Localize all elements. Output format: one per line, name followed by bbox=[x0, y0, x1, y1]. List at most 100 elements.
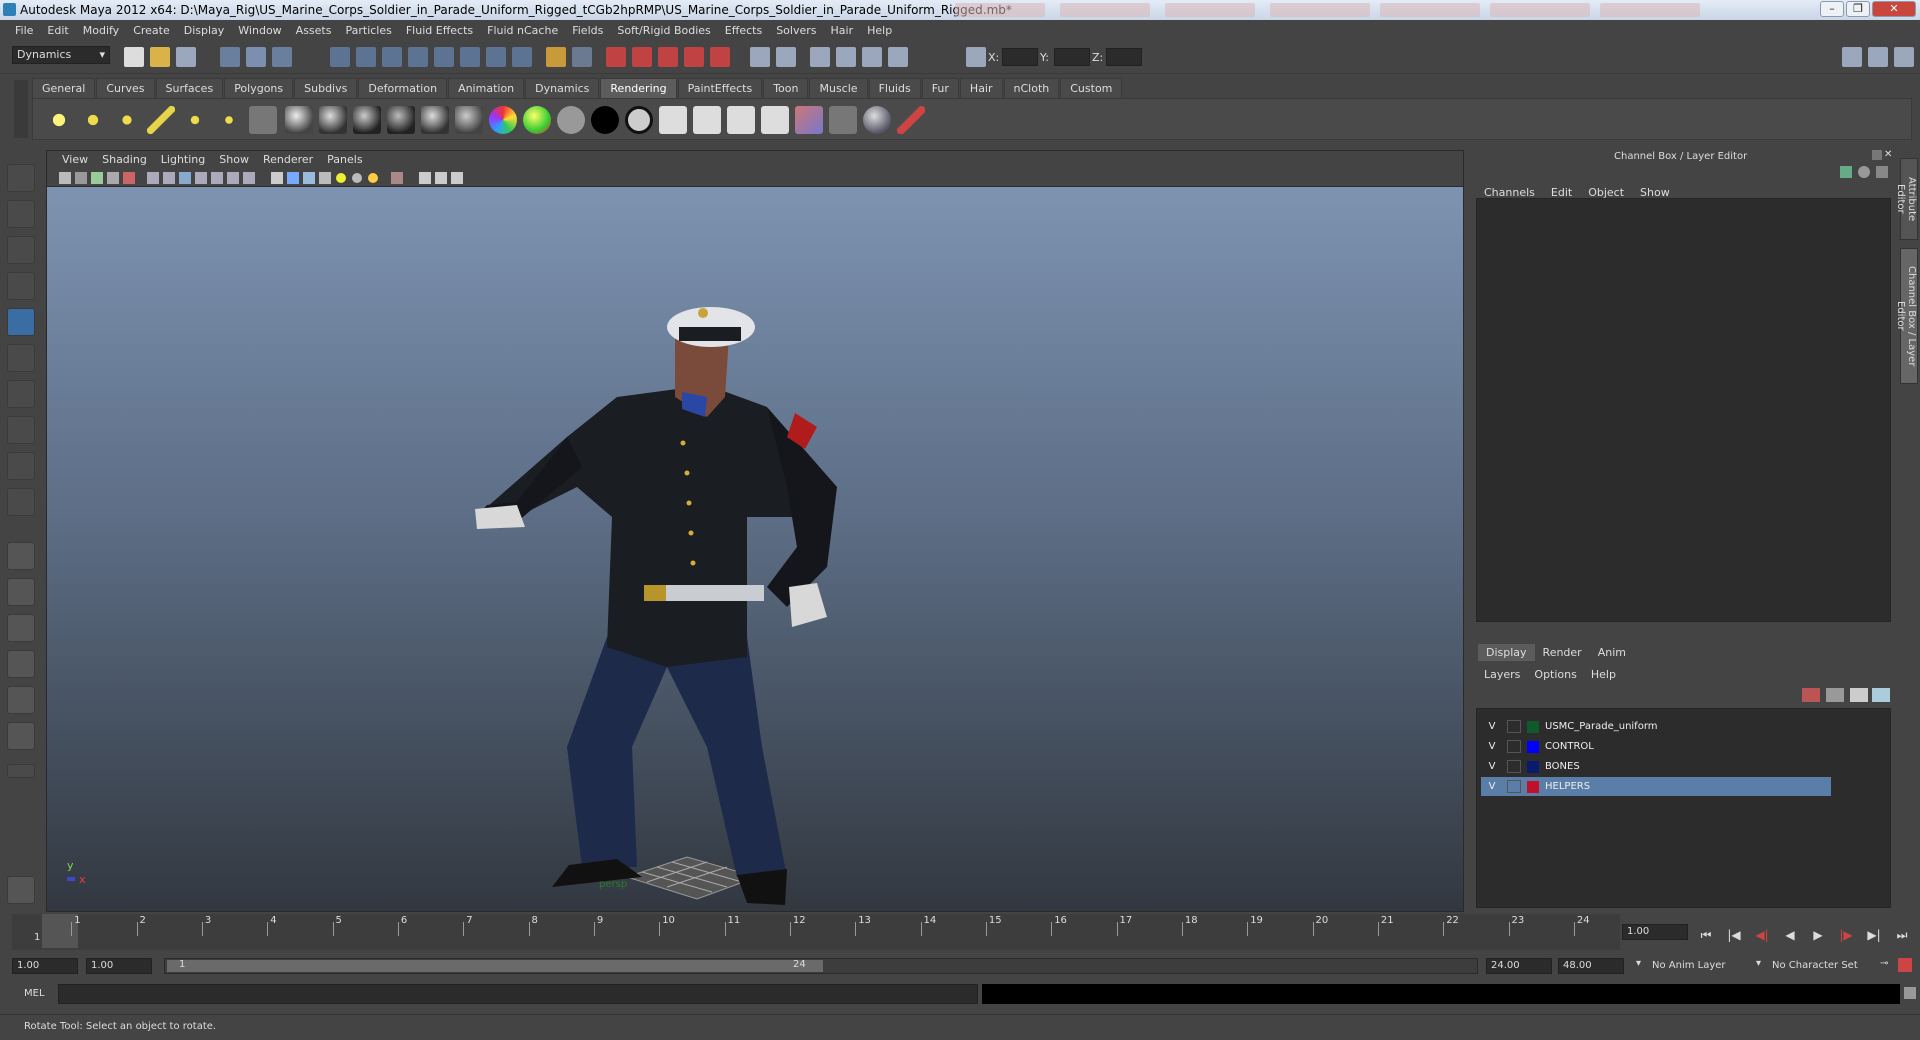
layer-visibility[interactable]: V bbox=[1485, 717, 1499, 736]
construction-history-icon[interactable] bbox=[486, 47, 506, 67]
snap-curve-icon[interactable] bbox=[356, 47, 376, 67]
layer-visibility[interactable]: V bbox=[1485, 757, 1499, 776]
range-slider[interactable]: 1 24 bbox=[164, 958, 1478, 974]
tab-painteffects[interactable]: PaintEffects bbox=[677, 78, 763, 98]
open-scene-icon[interactable] bbox=[150, 47, 170, 67]
create-layer-selected-icon[interactable] bbox=[1850, 688, 1868, 702]
ipr-icon[interactable] bbox=[693, 106, 721, 134]
tab-attribute-editor[interactable]: Attribute Editor bbox=[1895, 158, 1918, 240]
tab-animation[interactable]: Animation bbox=[448, 78, 525, 98]
menu-modify[interactable]: Modify bbox=[76, 24, 126, 37]
layer-row[interactable]: V USMC_Parade_uniform bbox=[1481, 717, 1831, 736]
key-icon[interactable]: ⊸ bbox=[1880, 958, 1888, 969]
custom-layout-icon[interactable] bbox=[7, 722, 35, 750]
help-question-icon[interactable] bbox=[512, 47, 532, 67]
color-sphere-icon[interactable] bbox=[523, 106, 551, 134]
layer-menu-layers[interactable]: Layers bbox=[1484, 668, 1534, 681]
tool-settings-toggle-icon[interactable] bbox=[1868, 47, 1888, 67]
channel-box[interactable] bbox=[1476, 198, 1891, 622]
vp-menu-show[interactable]: Show bbox=[212, 151, 256, 169]
tab-ncloth[interactable]: nCloth bbox=[1003, 78, 1060, 98]
channel-icon-a[interactable] bbox=[1840, 166, 1852, 178]
cmd-input[interactable] bbox=[58, 984, 978, 1004]
ipr-render-icon[interactable] bbox=[632, 47, 652, 67]
viewport-toolbar-icons[interactable] bbox=[47, 169, 607, 187]
universal-manipulator-icon[interactable] bbox=[7, 380, 35, 408]
chevron-down-icon[interactable]: ▾ bbox=[1636, 958, 1641, 969]
layer-tab-display[interactable]: Display bbox=[1478, 644, 1535, 661]
script-editor-icon[interactable] bbox=[1904, 987, 1916, 999]
layer-row[interactable]: V BONES bbox=[1481, 757, 1831, 776]
layer-tab-anim[interactable]: Anim bbox=[1590, 644, 1634, 661]
step-back-key-icon[interactable]: |◀ bbox=[1724, 926, 1744, 944]
uv-editor-icon[interactable] bbox=[888, 47, 908, 67]
layer-playback-toggle[interactable] bbox=[1507, 720, 1521, 733]
move-tool-icon[interactable] bbox=[7, 272, 35, 300]
surface-shader-icon[interactable] bbox=[557, 106, 585, 134]
layer-playback-toggle[interactable] bbox=[1507, 740, 1521, 753]
start-time-field[interactable]: 1.00 bbox=[12, 958, 78, 974]
snap-view-plane-icon[interactable] bbox=[408, 47, 428, 67]
mental-ray-icon[interactable] bbox=[863, 106, 891, 134]
channel-icon-c[interactable] bbox=[1876, 166, 1888, 178]
absolute-transform-icon[interactable] bbox=[966, 47, 986, 67]
soft-mod-tool-icon[interactable] bbox=[7, 416, 35, 444]
area-light-icon[interactable] bbox=[181, 106, 209, 134]
tab-polygons[interactable]: Polygons bbox=[224, 78, 294, 98]
vp-menu-lighting[interactable]: Lighting bbox=[154, 151, 212, 169]
close-panel-icon[interactable]: ✕ bbox=[1884, 150, 1894, 160]
marine-soldier-model[interactable] bbox=[47, 187, 1463, 911]
batch-render-icon[interactable] bbox=[727, 106, 755, 134]
lock-icon[interactable] bbox=[546, 47, 566, 67]
menu-create[interactable]: Create bbox=[126, 24, 177, 37]
y-field[interactable] bbox=[1054, 48, 1090, 66]
show-manipulator-icon[interactable] bbox=[7, 452, 35, 480]
step-back-frame-icon[interactable]: ◀| bbox=[1752, 926, 1772, 944]
tab-fur[interactable]: Fur bbox=[921, 78, 959, 98]
character-set-dropdown[interactable]: No Character Set bbox=[1772, 960, 1858, 971]
layer-color-swatch[interactable] bbox=[1527, 721, 1539, 733]
tab-curves[interactable]: Curves bbox=[96, 78, 155, 98]
vp-menu-renderer[interactable]: Renderer bbox=[256, 151, 320, 169]
tab-rendering[interactable]: Rendering bbox=[600, 78, 677, 98]
tab-muscle[interactable]: Muscle bbox=[809, 78, 868, 98]
menu-hair[interactable]: Hair bbox=[824, 24, 861, 37]
save-scene-icon[interactable] bbox=[176, 47, 196, 67]
vp-menu-shading[interactable]: Shading bbox=[95, 151, 154, 169]
tab-hair[interactable]: Hair bbox=[959, 78, 1003, 98]
menu-window[interactable]: Window bbox=[231, 24, 288, 37]
channel-icon-b[interactable] bbox=[1858, 166, 1870, 178]
layered-shader-icon[interactable] bbox=[455, 106, 483, 134]
menu-effects[interactable]: Effects bbox=[718, 24, 769, 37]
shelf-menu-handle[interactable] bbox=[14, 80, 28, 138]
scale-tool-icon[interactable] bbox=[7, 344, 35, 372]
last-tool-icon[interactable] bbox=[7, 488, 35, 516]
attribute-editor-toggle-icon[interactable] bbox=[1842, 47, 1862, 67]
menu-help[interactable]: Help bbox=[860, 24, 899, 37]
anim-layer-dropdown[interactable]: No Anim Layer bbox=[1652, 960, 1726, 971]
tab-surfaces[interactable]: Surfaces bbox=[155, 78, 224, 98]
layer-row-selected[interactable]: V HELPERS bbox=[1481, 777, 1831, 796]
playback-start-field[interactable]: 1.00 bbox=[86, 958, 152, 974]
play-forward-icon[interactable]: ▶ bbox=[1808, 926, 1828, 944]
z-field[interactable] bbox=[1106, 48, 1142, 66]
preferences-icon[interactable] bbox=[1898, 958, 1912, 972]
paint-brush-icon[interactable] bbox=[897, 106, 925, 134]
float-panel-icon[interactable] bbox=[1872, 150, 1882, 160]
layer-row[interactable]: V CONTROL bbox=[1481, 737, 1831, 756]
tab-deformation[interactable]: Deformation bbox=[358, 78, 448, 98]
cmd-language-label[interactable]: MEL bbox=[24, 988, 45, 999]
menu-fluid-ncache[interactable]: Fluid nCache bbox=[480, 24, 565, 37]
ambient-light-icon[interactable] bbox=[45, 106, 73, 134]
go-to-end-icon[interactable]: ⏭ bbox=[1892, 926, 1912, 944]
delete-layer-icon[interactable] bbox=[1802, 688, 1820, 702]
history-icon[interactable] bbox=[460, 47, 480, 67]
render-view-icon[interactable] bbox=[710, 47, 730, 67]
outliner-toggle-icon[interactable] bbox=[776, 47, 796, 67]
new-scene-icon[interactable] bbox=[124, 47, 144, 67]
menu-assets[interactable]: Assets bbox=[289, 24, 339, 37]
layer-options-icon[interactable] bbox=[1872, 688, 1890, 702]
hypershade-shelf-icon[interactable] bbox=[795, 106, 823, 134]
layer-playback-toggle[interactable] bbox=[1507, 760, 1521, 773]
channel-box-toggle-icon[interactable] bbox=[1894, 47, 1914, 67]
